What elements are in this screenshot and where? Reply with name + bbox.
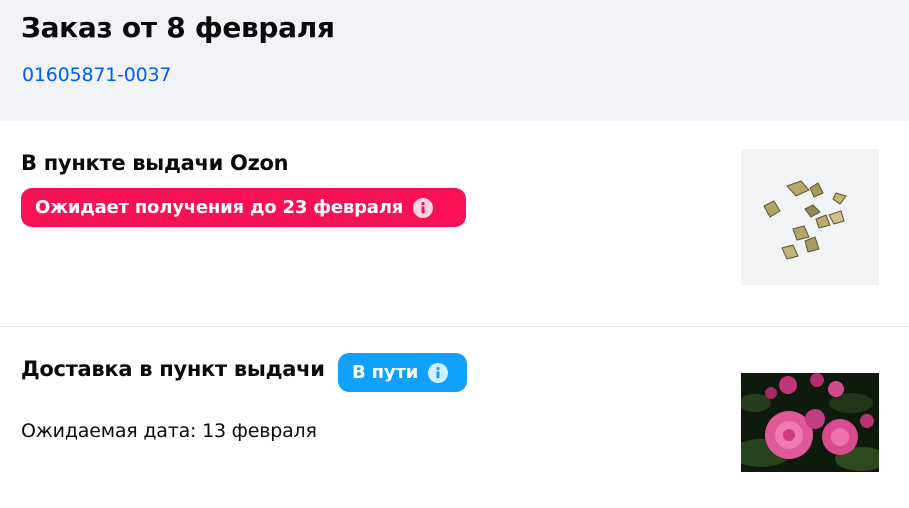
expected-delivery-date: Ожидаемая дата: 13 февраля bbox=[21, 420, 317, 442]
shipment-2-status-label: В пути bbox=[352, 362, 419, 383]
seeds-product-image[interactable] bbox=[741, 149, 879, 285]
order-header: Заказ от 8 февраля 01605871-0037 bbox=[0, 0, 909, 121]
shipment-2-status-badge[interactable]: В пути bbox=[338, 353, 467, 392]
shipment-1-status-label: Ожидает получения до 23 февраля bbox=[35, 197, 404, 218]
info-glyph-icon bbox=[421, 201, 425, 213]
section-divider bbox=[0, 326, 909, 327]
order-title: Заказ от 8 февраля bbox=[21, 11, 335, 44]
info-icon[interactable] bbox=[428, 362, 449, 383]
order-number-link[interactable]: 01605871-0037 bbox=[22, 64, 172, 86]
info-glyph-icon bbox=[436, 366, 440, 378]
shipment-1-status-badge[interactable]: Ожидает получения до 23 февраля bbox=[21, 188, 466, 227]
info-icon[interactable] bbox=[413, 197, 434, 218]
shipment-1-title: В пункте выдачи Ozon bbox=[21, 151, 289, 175]
seeds-image-graphic bbox=[741, 149, 879, 285]
shipment-2-title: Доставка в пункт выдачи bbox=[21, 357, 325, 381]
roses-image-graphic bbox=[741, 373, 879, 472]
roses-product-image[interactable] bbox=[741, 373, 879, 472]
